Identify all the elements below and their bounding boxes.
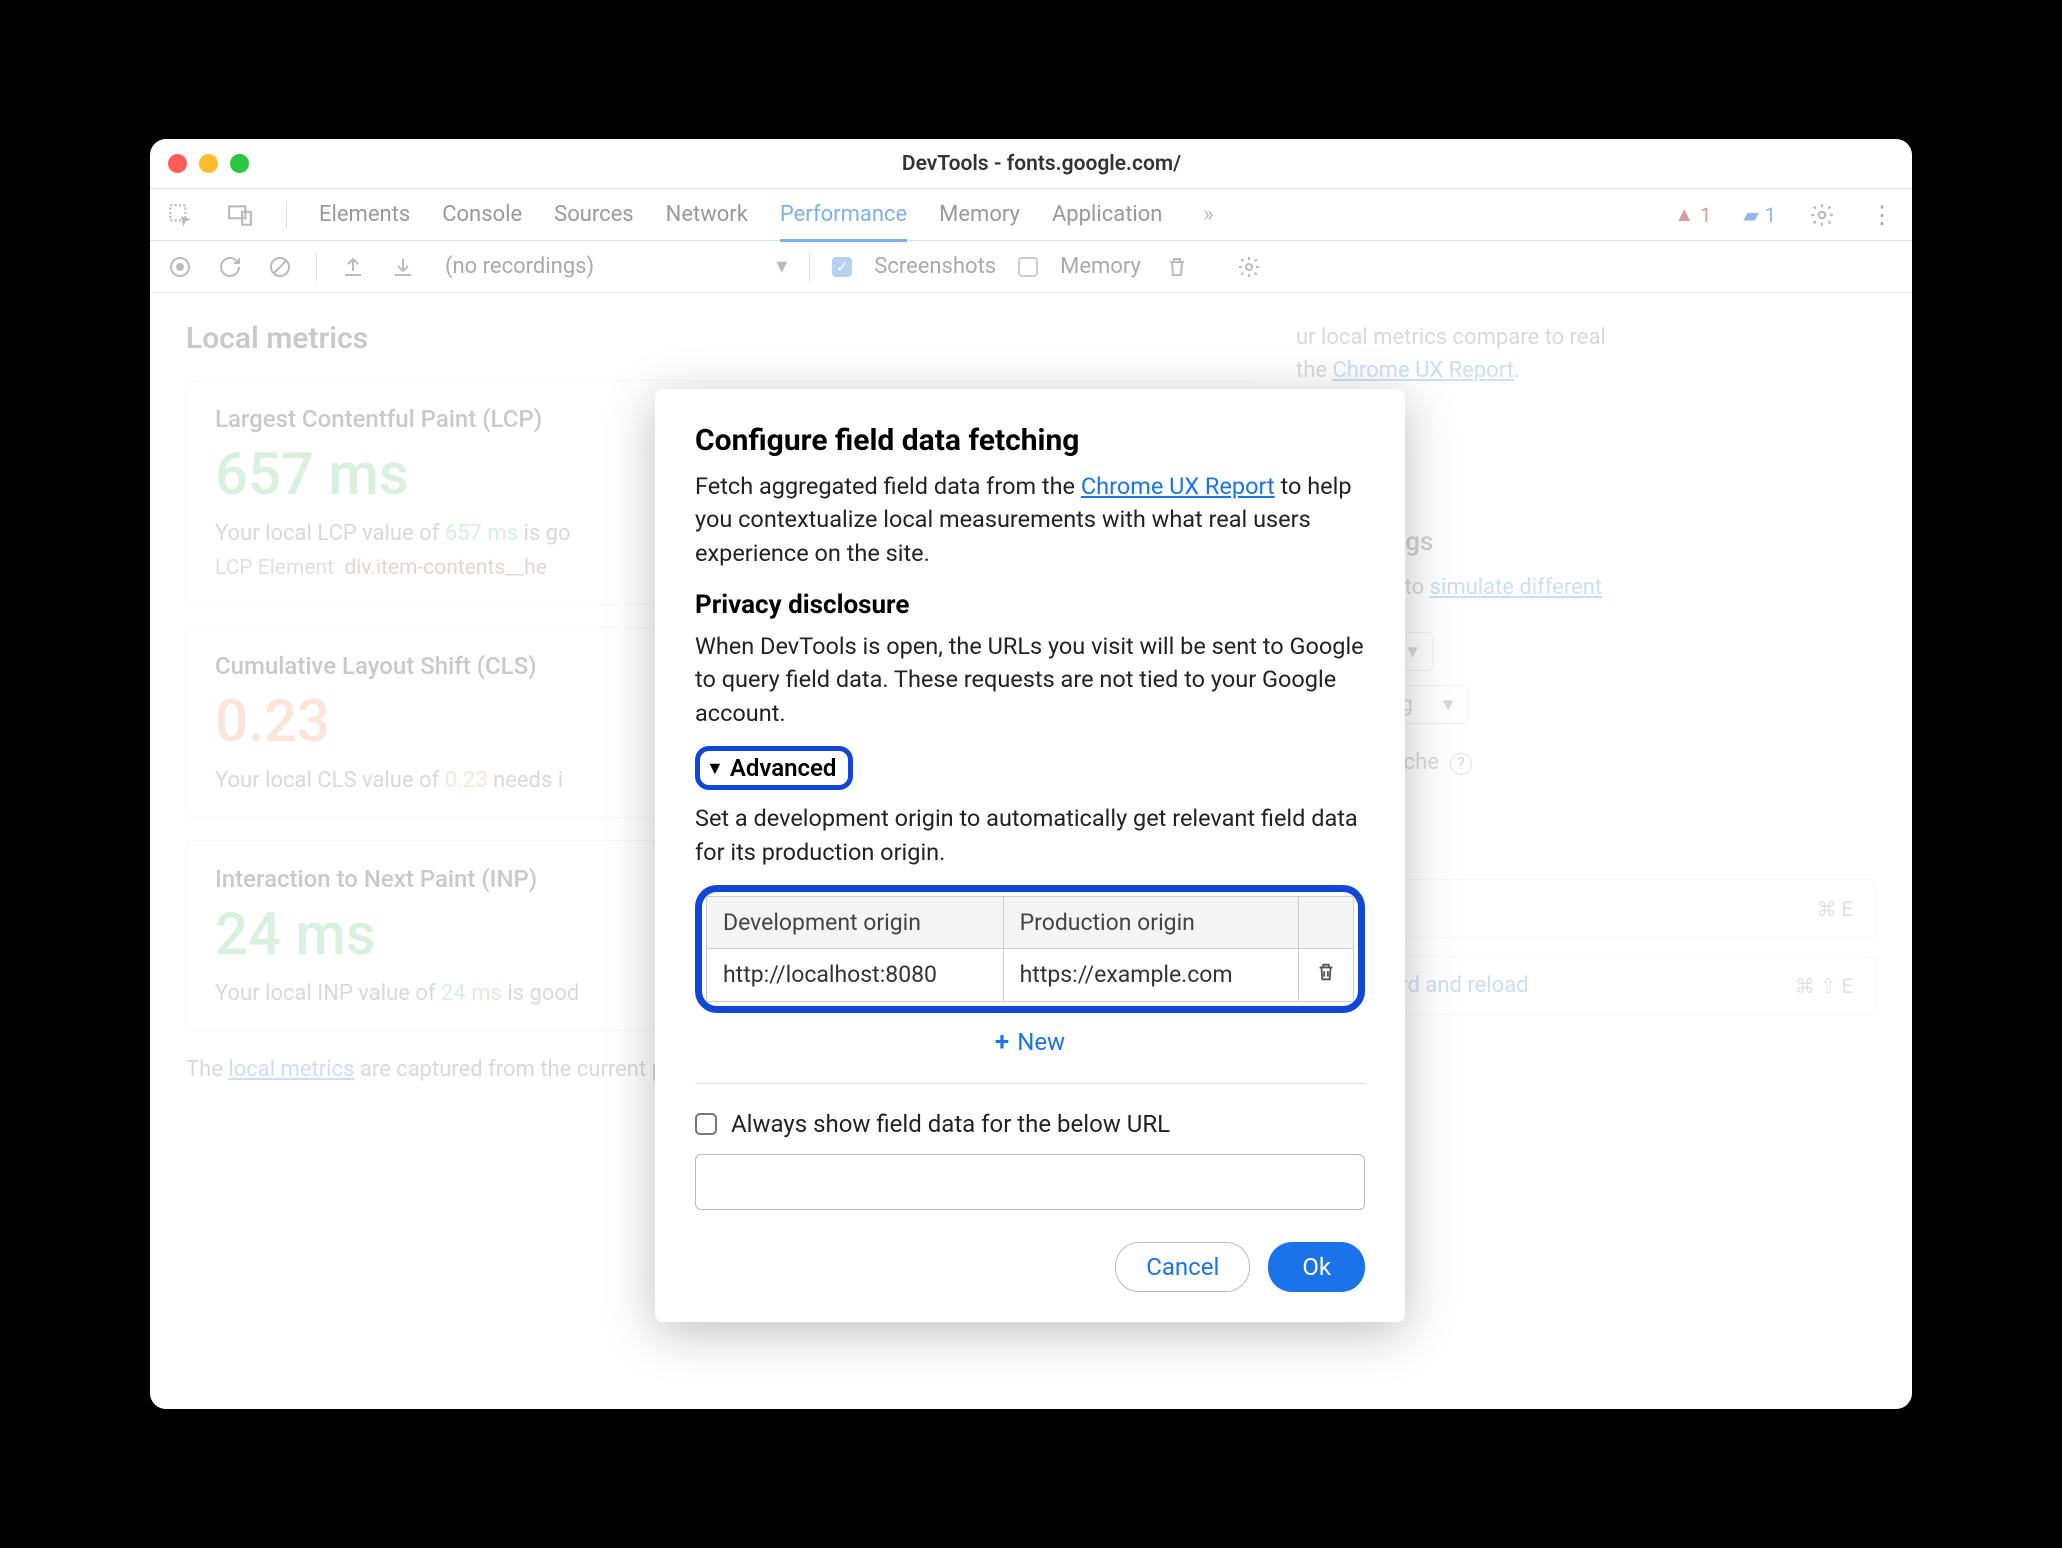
advanced-toggle[interactable]: ▼ Advanced: [695, 746, 853, 790]
th-prod-origin: Production origin: [1003, 896, 1298, 948]
download-icon[interactable]: [389, 253, 417, 281]
trash-icon[interactable]: [1163, 253, 1191, 281]
devtools-tabstrip: Elements Console Sources Network Perform…: [150, 189, 1912, 241]
origin-table-highlight: Development origin Production origin htt…: [695, 885, 1365, 1013]
modal-title: Configure field data fetching: [695, 423, 1365, 458]
warnings-badge[interactable]: ▲ 1: [1674, 202, 1711, 227]
more-tabs-icon[interactable]: »: [1194, 201, 1222, 229]
gear-icon[interactable]: [1235, 253, 1263, 281]
cancel-button[interactable]: Cancel: [1115, 1242, 1250, 1292]
window-title: DevTools - fonts.google.com/: [249, 152, 1834, 176]
tab-memory[interactable]: Memory: [939, 202, 1020, 227]
ok-button[interactable]: Ok: [1268, 1242, 1365, 1292]
tab-application[interactable]: Application: [1052, 202, 1162, 227]
tab-network[interactable]: Network: [666, 202, 748, 227]
td-prod-origin[interactable]: https://example.com: [1003, 948, 1298, 1001]
recordings-dropdown[interactable]: (no recordings): [445, 254, 594, 279]
add-new-button[interactable]: +New: [695, 1027, 1365, 1057]
always-show-label: Always show field data for the below URL: [731, 1110, 1170, 1138]
screenshots-label: Screenshots: [874, 254, 996, 279]
privacy-heading: Privacy disclosure: [695, 590, 1365, 620]
reload-icon[interactable]: [216, 253, 244, 281]
titlebar: DevTools - fonts.google.com/: [150, 139, 1912, 189]
maximize-icon[interactable]: [230, 154, 249, 173]
screenshots-checkbox[interactable]: ✓: [832, 257, 852, 277]
caret-down-icon: ▼: [706, 758, 724, 779]
minimize-icon[interactable]: [199, 154, 218, 173]
modal-intro: Fetch aggregated field data from the Chr…: [695, 470, 1365, 570]
record-icon[interactable]: [166, 253, 194, 281]
issues-badge[interactable]: ▰ 1: [1743, 203, 1776, 227]
plus-icon: +: [995, 1027, 1009, 1057]
crux-report-link[interactable]: Chrome UX Report: [1081, 472, 1275, 500]
privacy-body: When DevTools is open, the URLs you visi…: [695, 630, 1365, 730]
advanced-desc: Set a development origin to automaticall…: [695, 802, 1365, 869]
clear-icon[interactable]: [266, 253, 294, 281]
field-data-modal: Configure field data fetching Fetch aggr…: [655, 389, 1405, 1322]
devtools-window: DevTools - fonts.google.com/ Elements Co…: [150, 139, 1912, 1409]
td-dev-origin[interactable]: http://localhost:8080: [707, 948, 1004, 1001]
device-toolbar-icon[interactable]: [226, 201, 254, 229]
traffic-lights: [168, 154, 249, 173]
url-input[interactable]: [695, 1154, 1365, 1210]
tab-elements[interactable]: Elements: [319, 202, 410, 227]
inspect-icon[interactable]: [166, 201, 194, 229]
memory-checkbox[interactable]: [1018, 257, 1038, 277]
tab-sources[interactable]: Sources: [554, 202, 634, 227]
performance-toolbar: (no recordings) ▾ ✓ Screenshots Memory: [150, 241, 1912, 293]
tab-console[interactable]: Console: [442, 202, 522, 227]
always-show-checkbox[interactable]: [695, 1113, 717, 1135]
memory-label: Memory: [1060, 254, 1141, 279]
delete-row-button[interactable]: [1299, 948, 1354, 1001]
upload-icon[interactable]: [339, 253, 367, 281]
th-dev-origin: Development origin: [707, 896, 1004, 948]
gear-icon[interactable]: [1808, 201, 1836, 229]
tab-performance[interactable]: Performance: [780, 202, 907, 242]
close-icon[interactable]: [168, 154, 187, 173]
origin-table: Development origin Production origin htt…: [706, 896, 1354, 1002]
kebab-icon[interactable]: ⋮: [1868, 201, 1896, 229]
